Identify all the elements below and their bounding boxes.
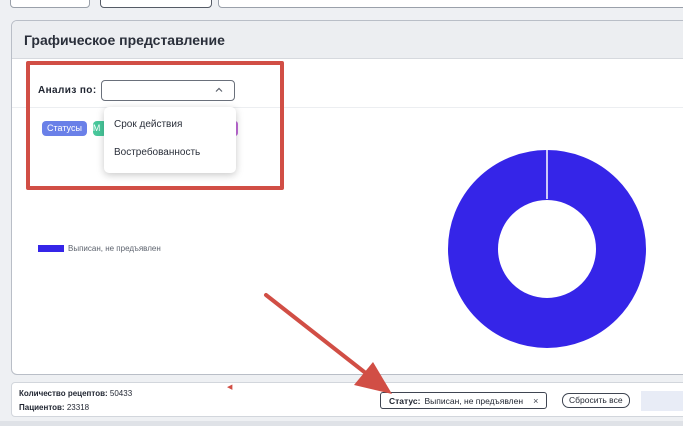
status-filter-value: Выписан, не предъявлен [424, 395, 524, 406]
top-control-left[interactable] [10, 0, 90, 8]
chart-legend: Выписан, не предъявлен [38, 244, 161, 253]
stat-patients-label: Пациентов: [19, 403, 65, 412]
stat-recipes-label: Количество рецептов: [19, 389, 108, 398]
top-control-middle[interactable] [100, 0, 212, 8]
summary-bar: Количество рецептов: 50433 Пациентов: 23… [11, 382, 683, 417]
legend-swatch [38, 245, 64, 252]
stat-recipes: Количество рецептов: 50433 [19, 389, 132, 398]
card-title: Графическое представление [24, 32, 225, 48]
stat-patients: Пациентов: 23318 [19, 403, 89, 412]
status-filter-chip: Статус: Выписан, не предъявлен × [380, 392, 548, 409]
status-filter-key: Статус: [389, 395, 421, 406]
legend-label: Выписан, не предъявлен [68, 244, 161, 253]
bottom-divider [0, 421, 683, 426]
stat-patients-value: 23318 [66, 403, 90, 412]
close-icon[interactable]: × [533, 396, 538, 406]
bar-tail [641, 391, 683, 411]
donut-chart [448, 150, 646, 348]
marker-icon: ◀ [227, 384, 233, 391]
card-header: Графическое представление [12, 21, 683, 59]
stat-recipes-value: 50433 [109, 389, 133, 398]
highlight-frame [26, 61, 284, 190]
top-control-search[interactable] [218, 0, 683, 8]
chart-card: Графическое представление Анализ по: Ста… [11, 20, 683, 375]
top-controls [0, 0, 683, 16]
reset-all-button[interactable]: Сбросить все [562, 393, 630, 408]
